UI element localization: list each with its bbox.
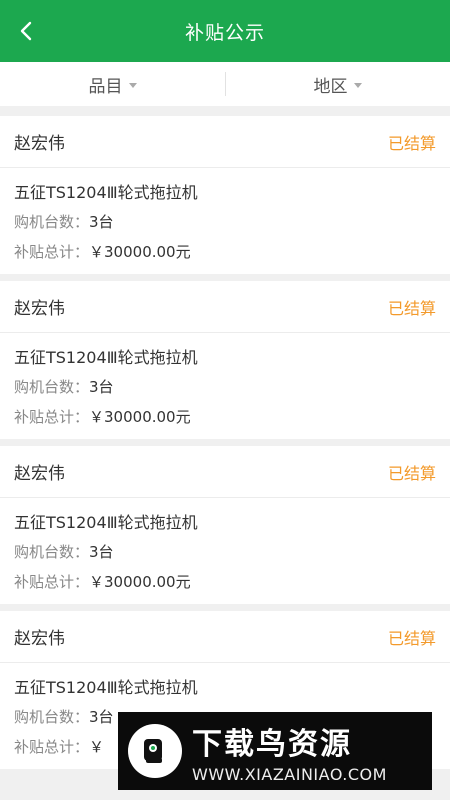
list-item[interactable]: 赵宏伟 已结算 五征TS1204Ⅲ轮式拖拉机 购机台数： 3台 补贴总计： ￥300… bbox=[0, 446, 450, 604]
subsidy-label: 补贴总计： bbox=[14, 407, 90, 426]
watermark-url: WWW.XIAZAINIAO.COM bbox=[192, 764, 387, 784]
subsidy-value: ￥ bbox=[89, 737, 105, 756]
qty-label: 购机台数： bbox=[14, 377, 90, 396]
watermark-title: 下载鸟资源 bbox=[192, 726, 352, 762]
filter-bar: 品目 地区 bbox=[0, 62, 450, 106]
qty-label: 购机台数： bbox=[14, 212, 90, 231]
filter-region-label: 地区 bbox=[313, 76, 348, 97]
subsidy-label: 补贴总计： bbox=[14, 737, 90, 756]
back-button[interactable] bbox=[14, 17, 38, 45]
filter-category[interactable]: 品目 bbox=[0, 62, 225, 106]
subsidy-value: ￥30000.00元 bbox=[89, 572, 191, 591]
watermark-banner: 下载鸟资源 WWW.XIAZAINIAO.COM bbox=[118, 712, 432, 790]
qty-label: 购机台数： bbox=[14, 707, 90, 726]
applicant-name: 赵宏伟 bbox=[14, 464, 65, 484]
status-badge: 已结算 bbox=[387, 463, 436, 483]
applicant-name: 赵宏伟 bbox=[14, 299, 65, 319]
page-title: 补贴公示 bbox=[184, 21, 265, 44]
caret-down-icon bbox=[353, 82, 362, 88]
bird-logo-icon bbox=[128, 724, 182, 778]
subsidy-list: 赵宏伟 已结算 五征TS1204Ⅲ轮式拖拉机 购机台数： 3台 补贴总计： ￥300… bbox=[0, 106, 450, 769]
caret-down-icon bbox=[128, 82, 137, 88]
qty-value: 3台 bbox=[89, 377, 114, 396]
qty-value: 3台 bbox=[89, 542, 114, 561]
subsidy-label: 补贴总计： bbox=[14, 242, 90, 261]
list-item[interactable]: 赵宏伟 已结算 五征TS1204Ⅲ轮式拖拉机 购机台数： 3台 补贴总计： ￥300… bbox=[0, 116, 450, 274]
status-badge: 已结算 bbox=[387, 133, 436, 153]
qty-label: 购机台数： bbox=[14, 542, 90, 561]
subsidy-label: 补贴总计： bbox=[14, 572, 90, 591]
subsidy-value: ￥30000.00元 bbox=[89, 407, 191, 426]
list-item[interactable]: 赵宏伟 已结算 五征TS1204Ⅲ轮式拖拉机 购机台数： 3台 补贴总计： ￥300… bbox=[0, 281, 450, 439]
product-name: 五征TS1204Ⅲ轮式拖拉机 bbox=[14, 348, 198, 367]
applicant-name: 赵宏伟 bbox=[14, 134, 65, 154]
top-nav-bar: 补贴公示 bbox=[0, 0, 450, 62]
filter-region[interactable]: 地区 bbox=[225, 62, 450, 106]
product-name: 五征TS1204Ⅲ轮式拖拉机 bbox=[14, 513, 198, 532]
chevron-left-icon bbox=[20, 21, 32, 41]
applicant-name: 赵宏伟 bbox=[14, 629, 65, 649]
qty-value: 3台 bbox=[89, 212, 114, 231]
qty-value: 3台 bbox=[89, 707, 114, 726]
product-name: 五征TS1204Ⅲ轮式拖拉机 bbox=[14, 183, 198, 202]
status-badge: 已结算 bbox=[387, 298, 436, 318]
filter-category-label: 品目 bbox=[88, 76, 123, 97]
product-name: 五征TS1204Ⅲ轮式拖拉机 bbox=[14, 678, 198, 697]
subsidy-value: ￥30000.00元 bbox=[89, 242, 191, 261]
status-badge: 已结算 bbox=[387, 628, 436, 648]
